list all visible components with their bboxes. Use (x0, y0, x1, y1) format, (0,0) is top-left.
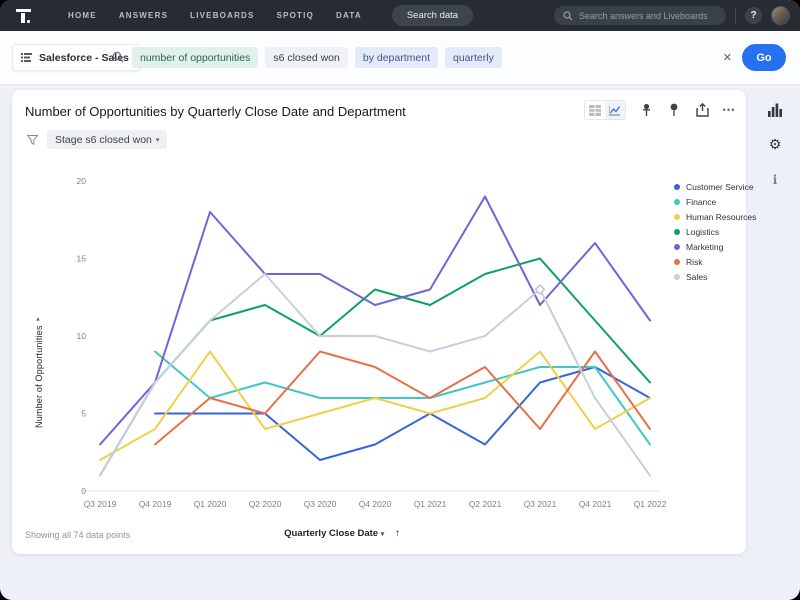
search-token[interactable]: by department (355, 47, 438, 68)
x-tick-label: Q3 2019 (84, 499, 117, 509)
table-view-button[interactable] (585, 101, 605, 119)
chevron-down-icon: ▾ (35, 314, 43, 322)
legend-item[interactable]: Logistics (674, 227, 756, 237)
x-tick-label: Q1 2020 (194, 499, 227, 509)
go-button[interactable]: Go (742, 44, 786, 71)
filter-row: Stage s6 closed won ▾ (27, 130, 167, 149)
monitor-button[interactable] (666, 102, 682, 118)
share-icon (696, 103, 709, 117)
legend-swatch (674, 229, 680, 235)
pin-to-liveboard-button[interactable] (638, 102, 654, 118)
chart-legend: Customer Service Finance Human Resources Lo… (674, 182, 756, 282)
filter-funnel-icon (27, 135, 38, 145)
y-tick-label: 20 (77, 176, 87, 186)
search-token[interactable]: s6 closed won (265, 47, 348, 68)
chart-type-button[interactable] (765, 100, 785, 120)
legend-item[interactable]: Finance (674, 197, 756, 207)
legend-label: Customer Service (686, 182, 754, 192)
nav-item-home[interactable]: HOME (68, 11, 97, 20)
chart-view-button[interactable] (605, 101, 625, 119)
info-icon: i (773, 174, 778, 186)
legend-item[interactable]: Customer Service (674, 182, 756, 192)
legend-swatch (674, 244, 680, 250)
x-axis-title[interactable]: Quarterly Close Date ▾ ↑ (12, 528, 672, 539)
line-chart-icon (609, 105, 621, 116)
right-rail: ⚙ i (754, 100, 796, 190)
view-toggle (584, 100, 626, 120)
y-axis-title[interactable]: Number of Opportunities ▾ (34, 248, 44, 428)
stage-filter-chip[interactable]: Stage s6 closed won ▾ (47, 130, 167, 149)
legend-label: Finance (686, 197, 716, 207)
search-token[interactable]: number of opportunities (132, 47, 258, 68)
global-search-placeholder: Search answers and Liveboards (579, 11, 708, 21)
nav-item-spotiq[interactable]: SPOTIQ (277, 11, 314, 20)
search-icon (563, 11, 573, 21)
series-line-customer-service[interactable] (155, 367, 650, 460)
app-window: HOME ANSWERS LIVEBOARDS SPOTIQ DATA Search d… (0, 0, 800, 600)
x-tick-label: Q1 2022 (634, 499, 667, 509)
x-tick-label: Q4 2019 (139, 499, 172, 509)
x-tick-label: Q4 2021 (579, 499, 612, 509)
search-strip: Salesforce - Sales number of opportuniti… (0, 31, 800, 85)
legend-item[interactable]: Human Resources (674, 212, 756, 222)
table-icon (589, 105, 601, 116)
search-icon (112, 51, 124, 63)
chevron-down-icon: ▾ (381, 531, 385, 538)
details-button[interactable]: i (765, 170, 785, 190)
search-token[interactable]: quarterly (445, 47, 502, 68)
legend-label: Logistics (686, 227, 719, 237)
y-tick-label: 15 (77, 254, 87, 264)
legend-swatch (674, 259, 680, 265)
chevron-down-icon: ▾ (156, 136, 160, 144)
gear-icon: ⚙ (769, 138, 782, 152)
x-tick-label: Q3 2020 (304, 499, 337, 509)
answer-toolbar: ⋯ (584, 100, 736, 120)
legend-label: Risk (686, 257, 703, 267)
legend-swatch (674, 214, 680, 220)
share-button[interactable] (694, 102, 710, 118)
configure-button[interactable]: ⚙ (765, 135, 785, 155)
search-token-bar[interactable]: number of opportunities s6 closed won by d… (132, 47, 502, 68)
series-line-finance[interactable] (155, 352, 650, 445)
data-source-icon (21, 52, 32, 63)
help-button[interactable]: ? (745, 7, 762, 24)
pin-icon (640, 103, 653, 117)
nav-item-data[interactable]: DATA (336, 11, 362, 20)
y-tick-label: 10 (77, 331, 87, 341)
search-data-button[interactable]: Search data (392, 5, 473, 26)
line-chart[interactable]: 0 5 10 15 20 Q3 2019 Q4 2019 Q1 2020 Q2 2020 Q3 2… (46, 170, 670, 518)
x-tick-label: Q4 2020 (359, 499, 392, 509)
nav-menu: HOME ANSWERS LIVEBOARDS SPOTIQ DATA (68, 11, 362, 20)
thoughtspot-logo-icon[interactable] (14, 7, 34, 25)
more-menu-button[interactable]: ⋯ (722, 102, 736, 118)
bar-chart-icon (768, 103, 782, 117)
x-tick-label: Q1 2021 (414, 499, 447, 509)
nav-item-answers[interactable]: ANSWERS (119, 11, 168, 20)
x-tick-label: Q3 2021 (524, 499, 557, 509)
x-tick-label: Q2 2020 (249, 499, 282, 509)
legend-swatch (674, 199, 680, 205)
clear-search-icon[interactable]: ✕ (723, 53, 732, 64)
global-search-input[interactable]: Search answers and Liveboards (554, 6, 726, 25)
nav-item-liveboards[interactable]: LIVEBOARDS (190, 11, 254, 20)
nav-divider (735, 8, 736, 24)
legend-label: Human Resources (686, 212, 756, 222)
chart-title: Number of Opportunities by Quarterly Clo… (25, 104, 406, 119)
legend-swatch (674, 184, 680, 190)
top-nav: HOME ANSWERS LIVEBOARDS SPOTIQ DATA Search d… (0, 0, 800, 31)
x-tick-label: Q2 2021 (469, 499, 502, 509)
legend-item[interactable]: Risk (674, 257, 756, 267)
y-tick-label: 0 (81, 486, 86, 496)
sort-ascending-icon[interactable]: ↑ (395, 528, 400, 539)
y-tick-label: 5 (81, 409, 86, 419)
legend-label: Marketing (686, 242, 723, 252)
series-line-marketing[interactable] (100, 197, 650, 445)
legend-swatch (674, 274, 680, 280)
legend-item[interactable]: Sales (674, 272, 756, 282)
user-avatar[interactable] (771, 6, 790, 25)
answer-card: Number of Opportunities by Quarterly Clo… (12, 90, 746, 554)
legend-item[interactable]: Marketing (674, 242, 756, 252)
legend-label: Sales (686, 272, 707, 282)
monitor-balloon-icon (668, 103, 680, 117)
